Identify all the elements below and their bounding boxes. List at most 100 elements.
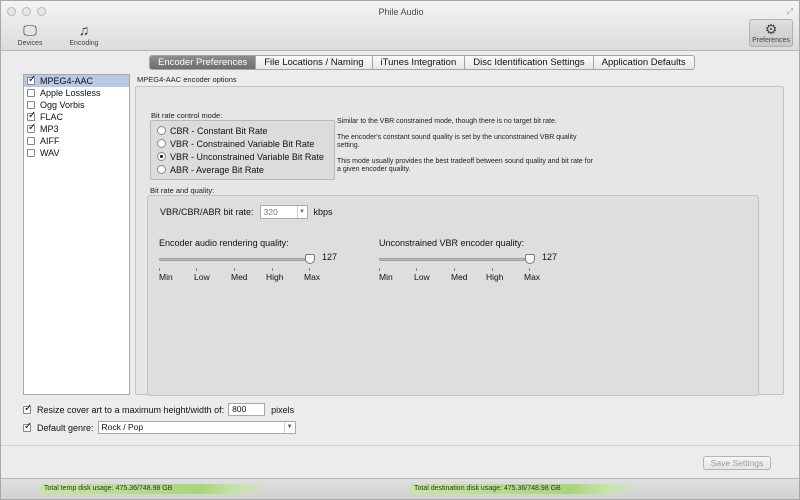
resize-cover-art-row: Resize cover art to a maximum height/wid… [23, 403, 294, 416]
slider-thumb[interactable] [525, 254, 535, 264]
tick-label-max: Max [524, 272, 541, 282]
radio-vbr-unconstrained[interactable]: VBR - Unconstrained Variable Bit Rate [151, 150, 334, 163]
encoder-item-mp3[interactable]: MP3 [24, 122, 129, 135]
bitrate-quality-group: VBR/CBR/ABR bit rate: 320 ▼ kbps Encoder… [147, 195, 759, 396]
encoder-options-box: Bit rate control mode: CBR - Constant Bi… [135, 86, 784, 396]
toolbar-encoding-label: Encoding [69, 40, 99, 47]
description-line: The encoder's constant sound quality is … [337, 133, 577, 150]
default-genre-select[interactable]: Rock / Pop ▼ [97, 421, 296, 434]
encoder-checkbox[interactable] [27, 101, 35, 109]
radio-label: VBR - Constrained Variable Bit Rate [170, 138, 315, 149]
tab-disc-identification[interactable]: Disc Identification Settings [465, 56, 594, 69]
tick-label-high: High [486, 272, 504, 282]
tick-label-high: High [266, 272, 284, 282]
encoder-item-flac[interactable]: FLAC [24, 110, 129, 123]
encoder-checkbox[interactable] [27, 74, 36, 85]
slider-track[interactable] [159, 258, 310, 261]
default-genre-row: Default genre: Rock / Pop ▼ [23, 421, 296, 434]
panel-title: MPEG4-AAC encoder options [137, 75, 237, 84]
tick-mark [416, 268, 417, 271]
resize-size-input[interactable]: 800 [228, 403, 266, 416]
encoder-item-mpeg4-aac[interactable]: MPEG4-AAC [24, 74, 129, 87]
fullscreen-icon[interactable]: ⤢ [787, 7, 793, 17]
encoder-options-panel: MPEG4-AAC encoder options Bit rate contr… [135, 74, 784, 396]
chevron-down-icon: ▼ [283, 422, 295, 433]
encoder-label: Apple Lossless [40, 88, 101, 98]
encoder-checkbox[interactable] [27, 149, 35, 157]
slider-tick-labels: Min Low Med High Max [379, 272, 544, 282]
tick-label-low: Low [194, 272, 210, 282]
encoder-label: FLAC [40, 112, 64, 122]
tick-label-max: Max [304, 272, 321, 282]
tick-mark [159, 268, 160, 271]
resize-cover-art-checkbox[interactable] [23, 403, 32, 414]
radio-button[interactable] [157, 126, 166, 135]
toolbar-devices-button[interactable]: 🖵 Devices [13, 19, 47, 47]
slider-tick-labels: Min Low Med High Max [159, 272, 324, 282]
divider [1, 445, 799, 446]
encoder-list: MPEG4-AAC Apple Lossless Ogg Vorbis FLAC… [23, 74, 130, 395]
bitrate-mode-group: CBR - Constant Bit Rate VBR - Constraine… [150, 120, 335, 180]
tab-encoder-preferences[interactable]: Encoder Preferences [150, 56, 257, 69]
radio-cbr[interactable]: CBR - Constant Bit Rate [151, 124, 334, 137]
save-settings-button[interactable]: Save Settings [703, 456, 771, 470]
resize-cover-art-label: Resize cover art to a maximum height/wid… [37, 404, 225, 415]
encoder-checkbox[interactable] [27, 137, 35, 145]
encoder-label: WAV [40, 148, 60, 158]
window-title: Phile Audio [378, 7, 424, 17]
vbr-quality-slider[interactable]: 127 [379, 252, 559, 268]
description-line: Similar to the VBR constrained mode, tho… [337, 118, 557, 125]
default-genre-checkbox[interactable] [23, 421, 32, 432]
tick-label-med: Med [451, 272, 468, 282]
tick-mark [454, 268, 455, 271]
encoder-checkbox[interactable] [27, 89, 35, 97]
tick-label-low: Low [414, 272, 430, 282]
tab-file-locations[interactable]: File Locations / Naming [256, 56, 373, 69]
toolbar-encoding-button[interactable]: ♫ Encoding [67, 19, 101, 47]
slider-track[interactable] [379, 258, 530, 261]
encoder-item-apple-lossless[interactable]: Apple Lossless [24, 87, 129, 99]
chevron-down-icon: ▼ [296, 206, 307, 218]
rendering-quality-slider[interactable]: 127 [159, 252, 339, 268]
bitrate-value: 320 [263, 207, 278, 217]
tick-mark [379, 268, 380, 271]
radio-button[interactable] [157, 152, 166, 161]
radio-abr[interactable]: ABR - Average Bit Rate [151, 163, 334, 176]
status-bar: Total temp disk usage: 475.36/748.98 GB … [1, 478, 799, 499]
radio-vbr-constrained[interactable]: VBR - Constrained Variable Bit Rate [151, 137, 334, 150]
toolbar-devices-label: Devices [17, 40, 43, 47]
temp-disk-usage: Total temp disk usage: 475.36/748.98 GB [41, 484, 269, 494]
vbr-quality-label: Unconstrained VBR encoder quality: [379, 238, 525, 248]
bitrate-unit: kbps [313, 207, 333, 217]
title-bar: Phile Audio ⤢ 🖵 Devices ♫ Encoding ⚙ Pre… [1, 1, 799, 51]
encoder-label: AIFF [40, 136, 60, 146]
bitrate-select[interactable]: 320 ▼ [259, 205, 308, 219]
tick-mark [309, 268, 310, 271]
radio-label: VBR - Unconstrained Variable Bit Rate [170, 151, 324, 162]
tick-mark [529, 268, 530, 271]
bitrate-label: VBR/CBR/ABR bit rate: [160, 207, 254, 217]
encoder-checkbox[interactable] [27, 122, 36, 133]
toolbar-preferences-button[interactable]: ⚙ Preferences [749, 19, 793, 47]
slider-thumb[interactable] [305, 254, 315, 264]
encoder-checkbox[interactable] [27, 110, 36, 121]
encoder-item-wav[interactable]: WAV [24, 147, 129, 159]
tick-mark [196, 268, 197, 271]
app-window: Phile Audio ⤢ 🖵 Devices ♫ Encoding ⚙ Pre… [0, 0, 800, 500]
preferences-tabs: Encoder Preferences File Locations / Nam… [149, 55, 695, 70]
tab-application-defaults[interactable]: Application Defaults [594, 56, 694, 69]
mode-description: Similar to the VBR constrained mode, tho… [337, 118, 597, 182]
resize-unit-label: pixels [271, 404, 295, 415]
tick-label-min: Min [159, 272, 173, 282]
bitrate-mode-label: Bit rate control mode: [151, 111, 223, 120]
music-note-icon: ♫ [78, 22, 90, 38]
encoder-item-ogg-vorbis[interactable]: Ogg Vorbis [24, 99, 129, 111]
vbr-quality-value: 127 [542, 252, 558, 262]
encoder-item-aiff[interactable]: AIFF [24, 135, 129, 147]
radio-button[interactable] [157, 139, 166, 148]
tick-mark [234, 268, 235, 271]
encoder-label: Ogg Vorbis [40, 100, 85, 110]
tab-itunes-integration[interactable]: iTunes Integration [373, 56, 466, 69]
radio-button[interactable] [157, 165, 166, 174]
tick-label-med: Med [231, 272, 248, 282]
